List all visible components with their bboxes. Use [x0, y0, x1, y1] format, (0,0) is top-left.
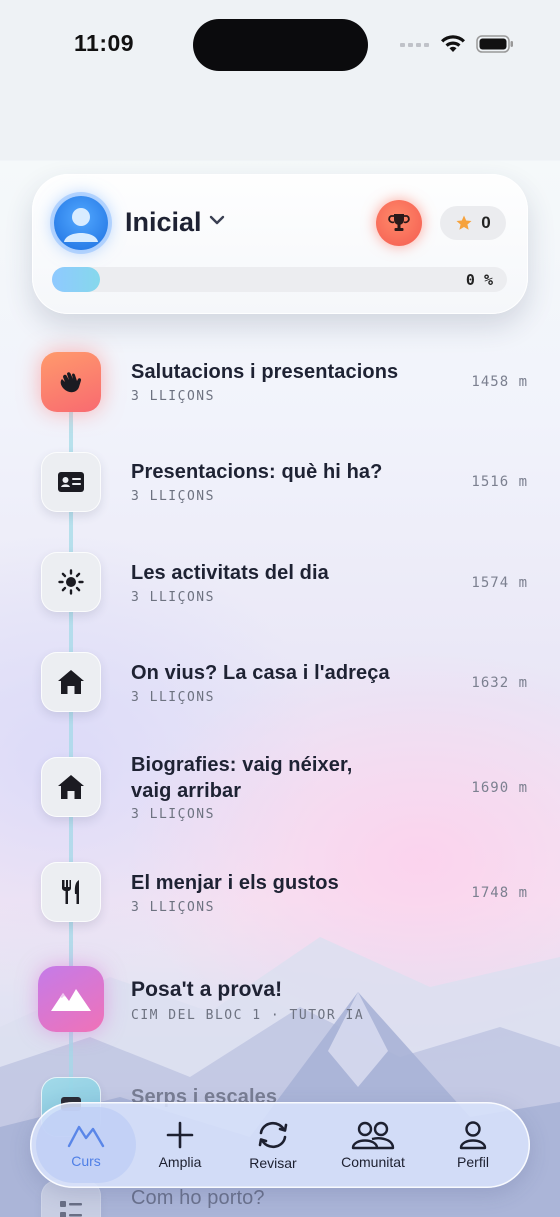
- tab-revisar[interactable]: Revisar: [225, 1102, 321, 1188]
- unit-distance: 1690 m: [471, 780, 528, 796]
- fork-knife-icon: [62, 880, 79, 904]
- signal-icon: [400, 43, 429, 47]
- unit-lesson-count: 3 LLIÇONS: [131, 590, 215, 605]
- unit-lesson-count: 3 LLIÇONS: [131, 690, 215, 705]
- star-icon: [456, 215, 472, 230]
- unit-distance: 1632 m: [471, 675, 528, 691]
- progress-label: 0 %: [465, 271, 493, 289]
- level-card: Inicial 0 0 %: [32, 174, 528, 314]
- checklist-icon: [60, 1201, 82, 1217]
- trophy-icon: [388, 214, 410, 231]
- id-card-icon: [58, 472, 84, 492]
- person-avatar-icon: [64, 208, 98, 242]
- unit-title-line: Biografies: vaig néixer,: [131, 754, 353, 776]
- unit-icon-presentacions[interactable]: [41, 452, 101, 512]
- tab-amplia[interactable]: Amplia: [132, 1102, 228, 1188]
- wifi-icon: [441, 35, 465, 52]
- unit-distance: 1516 m: [471, 474, 528, 490]
- tab-label: Amplia: [158, 1154, 202, 1170]
- mountain-outline-icon: [67, 1125, 105, 1148]
- tab-label: Perfil: [457, 1154, 489, 1170]
- test-subtitle: CIM DEL BLOC 1 · TUTOR IA: [131, 1008, 365, 1023]
- unit-lesson-count: 3 LLIÇONS: [131, 900, 215, 915]
- tab-bar: Curs Amplia Revisar Comunitat Perfil: [30, 1102, 530, 1188]
- tab-comunitat[interactable]: Comunitat: [325, 1102, 421, 1188]
- unit-icon-casa[interactable]: [41, 652, 101, 712]
- status-time: 11:09: [74, 30, 135, 56]
- unit-title[interactable]: Presentacions: què hi ha?: [131, 459, 382, 485]
- test-title[interactable]: Posa't a prova!: [131, 977, 282, 1003]
- person-icon: [459, 1121, 487, 1150]
- status-icons: [400, 34, 514, 54]
- trophy-button[interactable]: [376, 200, 422, 246]
- people-icon: [351, 1121, 395, 1150]
- progress-fill: [52, 267, 100, 292]
- tab-perfil[interactable]: Perfil: [425, 1102, 521, 1188]
- unit-icon-menjar[interactable]: [41, 862, 101, 922]
- unit-title-line: vaig arribar: [131, 780, 242, 802]
- unit-title[interactable]: Les activitats del dia: [131, 560, 329, 586]
- unit-distance: 1458 m: [471, 374, 528, 390]
- refresh-icon: [258, 1121, 288, 1149]
- unit-title[interactable]: On vius? La casa i l'adreça: [131, 660, 390, 686]
- house-icon: [58, 775, 84, 799]
- house-icon: [58, 670, 84, 694]
- stars-badge[interactable]: 0: [440, 206, 506, 240]
- unit-title[interactable]: Com ho porto?: [131, 1185, 265, 1211]
- tab-label: Revisar: [249, 1155, 297, 1171]
- unit-lesson-count: 3 LLIÇONS: [131, 489, 215, 504]
- dynamic-island: [193, 19, 368, 71]
- battery-icon: [476, 35, 513, 53]
- unit-lesson-count: 3 LLIÇONS: [131, 807, 215, 822]
- unit-lesson-count: 3 LLIÇONS: [131, 389, 215, 404]
- unit-icon-salutacions[interactable]: [41, 352, 101, 412]
- unit-icon-biografies[interactable]: [41, 757, 101, 817]
- unit-title[interactable]: El menjar i els gustos: [131, 870, 339, 896]
- tab-label: Curs: [71, 1153, 101, 1169]
- unit-title[interactable]: Salutacions i presentacions: [131, 359, 398, 385]
- mountain-icon: [51, 989, 91, 1011]
- unit-distance: 1574 m: [471, 575, 528, 591]
- unit-icon-activitats[interactable]: [41, 552, 101, 612]
- waving-hand-icon: [60, 372, 82, 393]
- progress-bar: 0 %: [52, 267, 507, 292]
- test-icon-tile[interactable]: [38, 966, 104, 1032]
- unit-title[interactable]: Biografies: vaig néixer, vaig arribar: [131, 752, 352, 804]
- sun-icon: [58, 569, 84, 595]
- chevron-down-icon[interactable]: [208, 214, 226, 226]
- level-title[interactable]: Inicial: [125, 207, 202, 238]
- avatar[interactable]: [54, 196, 108, 250]
- tab-label: Comunitat: [341, 1154, 405, 1170]
- plus-icon: [166, 1121, 194, 1149]
- tab-curs[interactable]: Curs: [36, 1107, 136, 1183]
- unit-distance: 1748 m: [471, 885, 528, 901]
- stars-count: 0: [481, 213, 491, 232]
